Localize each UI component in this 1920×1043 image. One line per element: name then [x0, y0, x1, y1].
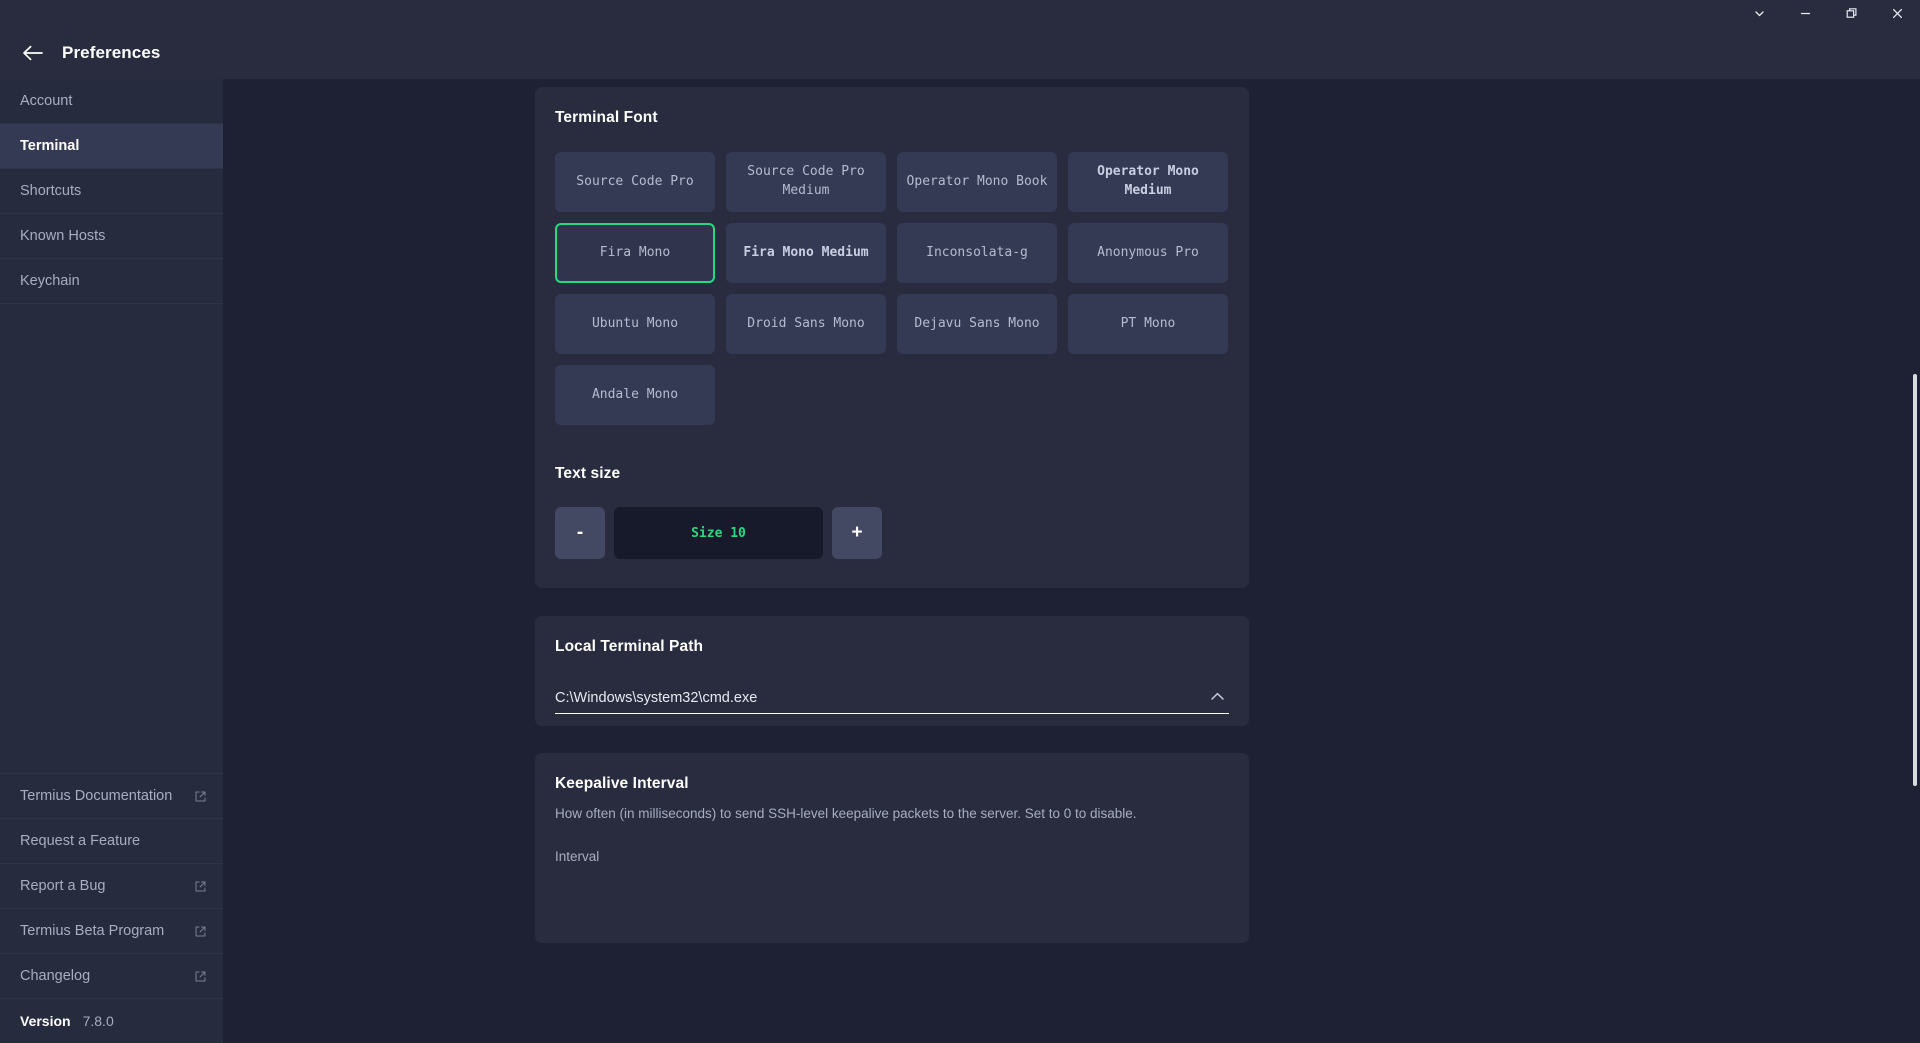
keepalive-description: How often (in milliseconds) to send SSH-…: [555, 806, 1137, 821]
sidebar-item-termius-beta-program[interactable]: Termius Beta Program: [0, 908, 223, 953]
font-tile-fira-mono-medium[interactable]: Fira Mono Medium: [726, 223, 886, 283]
sidebar-primary-nav: Account Terminal Shortcuts Known Hosts Keych…: [0, 79, 223, 304]
sidebar-secondary-nav: Termius Documentation Request a Feature Re…: [0, 773, 223, 1043]
sidebar-item-changelog[interactable]: Changelog: [0, 953, 223, 998]
preferences-sidebar: Account Terminal Shortcuts Known Hosts Keych…: [0, 79, 223, 1043]
sidebar-item-label: Shortcuts: [20, 183, 82, 199]
minimize-button[interactable]: [1782, 0, 1828, 26]
sidebar-item-keychain[interactable]: Keychain: [0, 259, 223, 304]
external-link-icon: [195, 881, 206, 891]
font-tile-operator-mono-book[interactable]: Operator Mono Book: [897, 152, 1057, 212]
sidebar-item-account[interactable]: Account: [0, 79, 223, 124]
font-tile-source-code-pro-medium[interactable]: Source Code Pro Medium: [726, 152, 886, 212]
sidebar-item-terminal[interactable]: Terminal: [0, 124, 223, 169]
close-button[interactable]: [1874, 0, 1920, 26]
terminal-font-card: Terminal Font Source Code Pro Source Code…: [535, 87, 1249, 588]
sidebar-item-label: Report a Bug: [20, 878, 106, 894]
local-terminal-path-title: Local Terminal Path: [555, 638, 704, 655]
sidebar-item-request-a-feature[interactable]: Request a Feature: [0, 818, 223, 863]
sidebar-item-label: Account: [20, 93, 73, 109]
font-tile-ubuntu-mono[interactable]: Ubuntu Mono: [555, 294, 715, 354]
sidebar-item-label: Terminal: [20, 138, 80, 154]
sidebar-item-label: Keychain: [20, 273, 80, 289]
text-size-increment-button[interactable]: +: [832, 507, 882, 559]
page-title: Preferences: [62, 42, 161, 62]
preferences-content: Terminal Font Source Code Pro Source Code…: [223, 79, 1920, 1043]
title-bar: [0, 0, 1920, 26]
local-terminal-path-field[interactable]: C:\Windows\system32\cmd.exe: [555, 683, 1229, 714]
local-terminal-path-card: Local Terminal Path C:\Windows\system32\…: [535, 616, 1249, 726]
font-tile-droid-sans-mono[interactable]: Droid Sans Mono: [726, 294, 886, 354]
text-size-decrement-button[interactable]: -: [555, 507, 605, 559]
terminal-font-grid: Source Code Pro Source Code Pro Medium Ope…: [555, 152, 1229, 425]
font-tile-inconsolata-g[interactable]: Inconsolata-g: [897, 223, 1057, 283]
window-controls: [1736, 0, 1920, 26]
content-scrollbar-track[interactable]: [1911, 79, 1920, 1043]
preferences-window: Preferences Account Terminal Shortcuts Know…: [0, 0, 1920, 1043]
version-label: Version: [20, 1013, 71, 1029]
text-size-title: Text size: [555, 465, 621, 482]
sidebar-item-label: Known Hosts: [20, 228, 106, 244]
external-link-icon: [195, 791, 206, 801]
font-tile-fira-mono[interactable]: Fira Mono: [555, 223, 715, 283]
font-tile-dejavu-sans-mono[interactable]: Dejavu Sans Mono: [897, 294, 1057, 354]
keepalive-interval-label: Interval: [555, 849, 600, 864]
font-tile-source-code-pro[interactable]: Source Code Pro: [555, 152, 715, 212]
sidebar-item-known-hosts[interactable]: Known Hosts: [0, 214, 223, 259]
sidebar-item-termius-documentation[interactable]: Termius Documentation: [0, 773, 223, 818]
arrow-left-icon: [23, 45, 43, 60]
version-row: Version 7.8.0: [0, 998, 223, 1043]
keepalive-title: Keepalive Interval: [555, 775, 689, 792]
sidebar-item-shortcuts[interactable]: Shortcuts: [0, 169, 223, 214]
font-tile-anonymous-pro[interactable]: Anonymous Pro: [1068, 223, 1228, 283]
font-tile-andale-mono[interactable]: Andale Mono: [555, 365, 715, 425]
preferences-header: Preferences: [0, 26, 1920, 79]
external-link-icon: [195, 926, 206, 936]
sidebar-item-label: Termius Beta Program: [20, 923, 165, 939]
text-size-value: Size 10: [614, 507, 823, 559]
minimize-to-tray-button[interactable]: [1736, 0, 1782, 26]
external-link-icon: [195, 971, 206, 981]
chevron-up-icon[interactable]: [1208, 690, 1227, 708]
local-terminal-path-value: C:\Windows\system32\cmd.exe: [555, 690, 758, 706]
sidebar-item-label: Request a Feature: [20, 833, 141, 849]
back-button[interactable]: [18, 38, 48, 68]
keepalive-interval-card: Keepalive Interval How often (in millise…: [535, 753, 1249, 943]
font-tile-pt-mono[interactable]: PT Mono: [1068, 294, 1228, 354]
font-tile-operator-mono-medium[interactable]: Operator Mono Medium: [1068, 152, 1228, 212]
text-size-stepper: - Size 10 +: [555, 507, 1229, 559]
restore-button[interactable]: [1828, 0, 1874, 26]
content-scrollbar-thumb[interactable]: [1913, 374, 1917, 786]
sidebar-item-label: Changelog: [20, 968, 91, 984]
sidebar-item-label: Termius Documentation: [20, 788, 173, 804]
version-value: 7.8.0: [82, 1013, 114, 1029]
sidebar-item-report-a-bug[interactable]: Report a Bug: [0, 863, 223, 908]
terminal-font-title: Terminal Font: [555, 109, 658, 126]
